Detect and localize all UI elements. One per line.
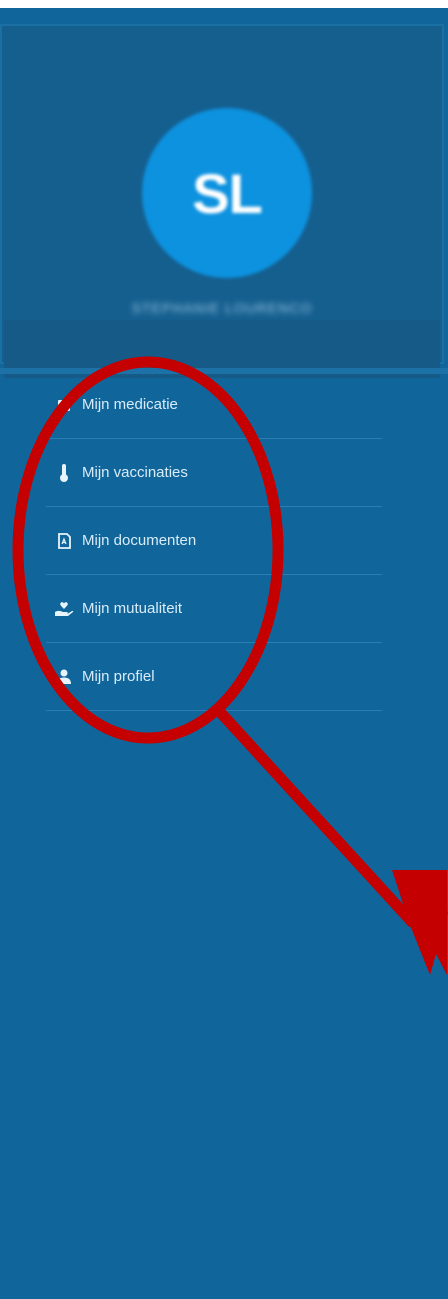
profile-header: SL STEPHANIE LOURENCO <box>0 8 448 378</box>
menu-item-mutualiteit[interactable]: Mijn mutualiteit <box>46 575 382 643</box>
menu-item-label: Mijn vaccinaties <box>82 464 188 481</box>
medication-icon <box>46 398 82 412</box>
annotation-arrow-head-fill <box>392 870 447 975</box>
menu-item-label: Mijn profiel <box>82 668 155 685</box>
menu-item-label: Mijn mutualiteit <box>82 600 183 617</box>
menu-item-medicatie[interactable]: Mijn medicatie <box>46 371 382 439</box>
pdf-document-icon <box>46 532 82 549</box>
profile-card: SL STEPHANIE LOURENCO <box>0 24 444 378</box>
sidebar-menu: Mijn medicatie Mijn vaccinaties Mijn doc… <box>46 371 382 711</box>
annotation-arrow-head <box>392 870 448 975</box>
user-icon <box>46 669 82 685</box>
user-name: STEPHANIE LOURENCO <box>131 300 313 316</box>
menu-item-label: Mijn documenten <box>82 532 197 549</box>
avatar[interactable]: SL <box>142 108 312 278</box>
top-strip <box>0 0 448 8</box>
menu-item-label: Mijn medicatie <box>82 396 178 413</box>
menu-item-vaccinaties[interactable]: Mijn vaccinaties <box>46 439 382 507</box>
menu-item-documenten[interactable]: Mijn documenten <box>46 507 382 575</box>
avatar-initials: SL <box>192 161 263 225</box>
annotation-arrow-shaft <box>214 706 418 928</box>
thermometer-icon <box>46 463 82 482</box>
menu-item-profiel[interactable]: Mijn profiel <box>46 643 382 711</box>
hand-heart-icon <box>46 601 82 617</box>
